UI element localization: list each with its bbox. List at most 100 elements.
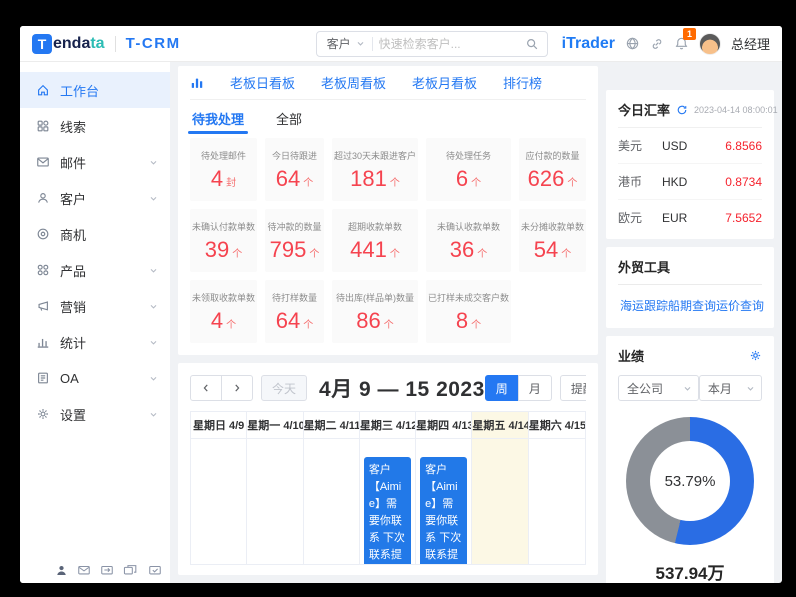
stat-card-pending-mails[interactable]: 待处理邮件 4封 [190,138,258,201]
chevron-left-icon [203,384,208,392]
donut-percent-label: 53.79% [664,472,716,490]
stat-card-unconfirmed-payments[interactable]: 未确认付款单数 39 个 [190,209,258,272]
document-icon [38,372,48,384]
stat-card-unconfirmed-receipts[interactable]: 未确认收款单数 36 个 [425,209,511,272]
contact-icon[interactable] [55,564,68,577]
main-content: 老板日看板 老板周看板 老板月看板 排行榜 待我处理 全部 待处理邮件 4封 今… [170,62,606,583]
tab-boss-weekly[interactable]: 老板周看板 [321,73,386,92]
stat-unit: 个 [471,178,482,189]
sidebar-item-oa[interactable]: OA [20,360,170,396]
search-input[interactable] [372,36,525,51]
search-category-label: 客户 [326,37,351,51]
tab-boss-daily[interactable]: 老板日看板 [230,73,295,92]
chevron-down-icon [150,412,157,417]
stat-value: 64 [275,166,301,191]
stat-unit: 个 [226,320,237,331]
currency-rate: 6.8566 [725,138,762,153]
chevron-down-icon [150,268,157,273]
sidebar-quick-actions [55,563,162,577]
calendar-day-column[interactable]: 客户【Aimie】需要你联系 下次联系提醒时间: [416,439,473,564]
stat-title: 未领取收款单数 [192,293,256,303]
calendar-day-column-today[interactable] [472,439,529,564]
clues-icon [37,120,49,132]
notifications-button[interactable]: 1 [674,28,696,51]
subtab-all[interactable]: 全部 [274,100,304,136]
calendar-event[interactable]: 客户【Aimie】需要你联系 下次联系提醒时间: [420,457,468,564]
period-select-value: 本月 [707,381,732,396]
trade-tools-title: 外贸工具 [618,260,671,275]
currency-code: USD [662,138,688,153]
exchange-rate-timestamp: 2023-04-14 08:00:01 [694,104,778,115]
sidebar-item-label: 邮件 [60,155,87,171]
calendar-event[interactable]: 客户【Aimie】需要你联系 下次联系提醒时间: [363,457,412,564]
calendar-next-button[interactable] [221,375,253,401]
stat-card-pending-tasks[interactable]: 待处理任务 6个 [425,138,511,201]
sidebar-item-label: 统计 [60,335,87,351]
stat-card-pending-outbound[interactable]: 待出库(样品单)数量 86 个 [331,280,418,343]
stat-card-payables[interactable]: 应付款的数量 626 个 [518,138,586,201]
calendar-day-column[interactable] [304,439,360,564]
tab-boss-monthly[interactable]: 老板月看板 [412,73,477,92]
sidebar-item-products[interactable]: 产品 [20,252,170,288]
link-ocean-tracking[interactable]: 海运跟踪 [620,297,668,314]
scope-select[interactable]: 全公司 [618,375,699,401]
mail-receive-icon[interactable] [77,563,91,577]
stat-value: 64 [275,308,301,333]
sidebar-item-label: 线索 [60,119,87,135]
sidebar-item-leads[interactable]: 线索 [20,108,170,144]
calendar-day-column[interactable]: 客户【Aimie】需要你联系 下次联系提醒时间: [360,439,417,564]
chevron-right-icon [235,384,240,392]
stat-card-unallocated-receipts[interactable]: 未分摊收款单数 54 个 [518,209,586,272]
sidebar-item-mail[interactable]: 邮件 [20,144,170,180]
mail-check-icon[interactable] [148,563,162,577]
user-role-label[interactable]: 总经理 [731,34,770,53]
search-category-select[interactable]: 客户 [317,35,372,52]
stat-card-pending-writeoff[interactable]: 待冲款的数量 795 个 [265,209,324,272]
stat-card-sampled-nodeals[interactable]: 已打样未成交客户数 8个 [425,280,511,343]
link-freight-rates[interactable]: 运价查询 [716,297,764,314]
bar-chart-icon [37,338,49,348]
stat-card-pending-samples[interactable]: 待打样数量 64 个 [265,280,324,343]
refresh-icon[interactable] [676,104,688,116]
view-week-button[interactable]: 周 [484,375,519,401]
filter-reminder-button[interactable]: 提醒 [559,375,586,401]
stat-card-30day-customers[interactable]: 超过30天未跟进客户 181 个 [331,138,418,201]
sidebar-item-label: 客户 [60,191,87,207]
sidebar-item-customers[interactable]: 客户 [20,180,170,216]
mail-send-icon[interactable] [100,563,114,577]
stat-card-today-followup[interactable]: 今日待跟进 64 个 [265,138,324,201]
currency-rate: 0.8734 [725,174,762,189]
gear-icon[interactable] [749,349,762,362]
sidebar-item-settings[interactable]: 设置 [20,396,170,432]
search-icon[interactable] [525,37,547,51]
link-shipping-schedule[interactable]: 船期查询 [668,297,716,314]
stat-value: 181 [350,166,387,191]
avatar[interactable] [698,32,721,55]
calendar-day-column[interactable] [247,439,304,564]
sidebar-item-workbench[interactable]: 工作台 [20,72,170,108]
stat-card-unclaimed-receipts[interactable]: 未领取收款单数 4个 [190,280,258,343]
calendar-day-column[interactable] [529,439,585,564]
calendar-prev-button[interactable] [190,375,222,401]
period-select[interactable]: 本月 [698,375,762,401]
link-icon[interactable] [650,37,664,51]
day-header: 星期一 4/10 [247,412,304,438]
performance-header: 业绩 [618,346,762,365]
tab-ranking[interactable]: 排行榜 [503,73,542,92]
sidebar-item-marketing[interactable]: 营销 [20,288,170,324]
stat-unit: 个 [389,178,400,189]
calendar-day-column[interactable] [191,439,248,564]
calendar-day-header: 星期日 4/9 星期一 4/10 星期二 4/11 星期三 4/12 星期四 4… [190,411,586,438]
view-month-button[interactable]: 月 [517,375,552,401]
subtab-pending-mine[interactable]: 待我处理 [187,100,249,136]
globe-icon[interactable] [625,36,640,51]
sidebar-item-statistics[interactable]: 统计 [20,324,170,360]
stat-card-overdue-receipts[interactable]: 超期收款单数 441 个 [331,209,418,272]
mail-stack-icon[interactable] [123,563,139,577]
sidebar-item-opportunities[interactable]: 商机 [20,216,170,252]
itrader-link[interactable]: iTrader [562,35,615,53]
stat-title: 待打样数量 [271,293,317,303]
chevron-down-icon [747,386,754,391]
calendar-today-button[interactable]: 今天 [261,375,308,401]
customer-icon [38,193,48,203]
